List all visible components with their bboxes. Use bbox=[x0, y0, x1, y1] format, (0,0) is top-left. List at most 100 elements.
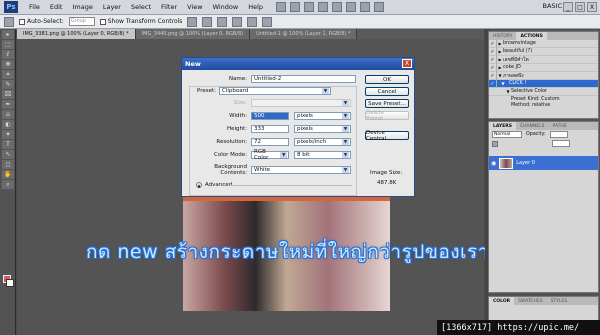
action-set-row[interactable]: ✓ ▶ brownvintage bbox=[489, 39, 598, 48]
color-mode-dropdown[interactable]: RGB Color ▼ bbox=[251, 149, 289, 161]
height-label: Height: bbox=[226, 126, 247, 132]
lock-icon[interactable] bbox=[492, 140, 498, 147]
tab-color[interactable]: COLOR bbox=[489, 297, 515, 305]
eye-icon[interactable]: ◉ bbox=[491, 160, 496, 167]
cancel-button[interactable]: Cancel bbox=[365, 87, 409, 96]
maximize-button[interactable]: □ bbox=[575, 2, 585, 12]
doc-tab-img3440[interactable]: IMG_3440.png @ 100% (Layer 0, RGB/8) bbox=[135, 29, 251, 39]
hand-tool-icon[interactable]: ✋ bbox=[2, 170, 14, 179]
crop-tool-icon[interactable]: ⌗ bbox=[2, 70, 14, 79]
background-contents-dropdown[interactable]: White ▼ bbox=[251, 166, 351, 174]
zoom-tool-icon[interactable]: ⌕ bbox=[2, 180, 14, 189]
workspace-switcher[interactable]: BASIC bbox=[543, 2, 563, 10]
eraser-tool-icon[interactable]: ✦ bbox=[2, 130, 14, 139]
doc-tab-untitled1[interactable]: Untitled-1 @ 100% (Layer 1, RGB/8) * bbox=[250, 29, 358, 39]
width-input[interactable]: 500 bbox=[251, 112, 289, 120]
move-tool-icon[interactable]: ▸ bbox=[2, 30, 14, 39]
menu-help[interactable]: Help bbox=[243, 3, 268, 11]
quick-select-tool-icon[interactable]: ✥ bbox=[2, 60, 14, 69]
menu-image[interactable]: Image bbox=[67, 3, 97, 11]
auto-select-dropdown[interactable]: Group bbox=[68, 17, 95, 26]
preset-dropdown[interactable]: Clipboard ▼ bbox=[219, 87, 331, 95]
height-unit-value: pixels bbox=[297, 126, 313, 132]
history-actions-panel: HISTORY ACTIONS ✓ ▶ brownvintage ✓ ▶ beaut… bbox=[488, 31, 599, 119]
history-brush-tool-icon[interactable]: ◐ bbox=[2, 120, 14, 129]
shape-tool-icon[interactable]: ◻ bbox=[2, 160, 14, 169]
check-icon[interactable]: ✓ bbox=[489, 55, 497, 64]
align-center-icon[interactable] bbox=[247, 16, 258, 27]
advanced-toggle[interactable]: ▲ Advanced bbox=[196, 182, 232, 188]
fill-input[interactable] bbox=[552, 140, 570, 147]
align-left-icon[interactable] bbox=[232, 16, 243, 27]
lasso-tool-icon[interactable]: ℓ bbox=[2, 50, 14, 59]
check-icon[interactable]: ✓ bbox=[489, 79, 497, 88]
transform-controls-checkbox[interactable] bbox=[99, 18, 106, 25]
doc-tab-img3381[interactable]: IMG_3381.png @ 100% (Layer 0, RGB/8) * bbox=[17, 29, 136, 39]
mini-bridge-icon[interactable] bbox=[290, 2, 301, 12]
tab-styles[interactable]: STYLES bbox=[547, 297, 572, 305]
bridge-icon[interactable] bbox=[276, 2, 287, 12]
type-tool-icon[interactable]: T bbox=[2, 140, 14, 149]
collapse-icon[interactable]: ▼ bbox=[497, 81, 509, 86]
align-bottom-icon[interactable] bbox=[217, 16, 228, 27]
save-preset-button[interactable]: Save Preset... bbox=[365, 99, 409, 108]
height-unit-dropdown[interactable]: pixels ▼ bbox=[294, 125, 351, 133]
eyedropper-tool-icon[interactable]: ✎ bbox=[2, 80, 14, 89]
menu-view[interactable]: View bbox=[182, 3, 207, 11]
action-set-row[interactable]: ✓ ▶ เลขที่มีคำโต bbox=[489, 55, 598, 64]
opacity-label: Opacity: bbox=[526, 132, 546, 137]
action-step-row[interactable]: ▼ Selective Color bbox=[489, 88, 598, 96]
zoom-tool-icon[interactable] bbox=[332, 2, 343, 12]
check-icon[interactable]: ✓ bbox=[489, 63, 497, 72]
resolution-input[interactable]: 72 bbox=[251, 138, 289, 146]
menu-select[interactable]: Select bbox=[126, 3, 156, 11]
check-icon[interactable]: ✓ bbox=[489, 39, 497, 48]
menu-layer[interactable]: Layer bbox=[98, 3, 126, 11]
action-row-selected[interactable]: ✓ ▼ CLICK ! bbox=[489, 79, 598, 88]
tab-paths[interactable]: PATHS bbox=[549, 122, 571, 130]
resolution-unit-dropdown[interactable]: pixels/inch ▼ bbox=[294, 138, 351, 146]
menu-file[interactable]: File bbox=[24, 3, 45, 11]
healing-brush-tool-icon[interactable]: ⌧ bbox=[2, 90, 14, 99]
menu-window[interactable]: Window bbox=[208, 3, 244, 11]
marquee-tool-icon[interactable]: ⬚ bbox=[2, 40, 14, 49]
minimize-button[interactable]: _ bbox=[563, 2, 573, 12]
layer-row-layer-0[interactable]: ◉ Layer 0 bbox=[489, 156, 598, 170]
dialog-close-button[interactable]: X bbox=[402, 59, 412, 68]
width-unit-dropdown[interactable]: pixels ▼ bbox=[294, 112, 351, 120]
menu-filter[interactable]: Filter bbox=[156, 3, 182, 11]
opacity-input[interactable] bbox=[549, 131, 568, 138]
height-input[interactable]: 333 bbox=[251, 125, 289, 133]
device-central-button[interactable]: Device Central... bbox=[365, 130, 409, 142]
check-icon[interactable]: ✓ bbox=[489, 47, 497, 56]
check-icon[interactable]: ✓ bbox=[489, 71, 497, 80]
tab-layers[interactable]: LAYERS bbox=[489, 122, 516, 130]
image-size-value: 487.8K bbox=[377, 180, 397, 186]
screen-mode-icon[interactable] bbox=[374, 2, 385, 12]
close-window-button[interactable]: X bbox=[587, 2, 597, 12]
menu-edit[interactable]: Edit bbox=[45, 3, 68, 11]
tab-actions[interactable]: ACTIONS bbox=[516, 32, 547, 40]
path-selection-tool-icon[interactable]: ↖ bbox=[2, 150, 14, 159]
bit-depth-dropdown[interactable]: 8 bit ▼ bbox=[294, 151, 351, 159]
align-top-icon[interactable] bbox=[187, 16, 198, 27]
tab-swatches[interactable]: SWATCHES bbox=[514, 297, 547, 305]
hand-tool-icon[interactable] bbox=[318, 2, 329, 12]
rotate-view-icon[interactable] bbox=[346, 2, 357, 12]
name-input[interactable]: Untitled-2 bbox=[251, 75, 356, 83]
tab-channels[interactable]: CHANNELS bbox=[516, 122, 549, 130]
background-color-swatch[interactable] bbox=[6, 279, 14, 287]
auto-select-label: Auto-Select: bbox=[27, 18, 64, 25]
chevron-down-icon: ▼ bbox=[342, 139, 349, 145]
blend-mode-dropdown[interactable]: Normal bbox=[492, 131, 522, 138]
brush-tool-icon[interactable]: ✒ bbox=[2, 100, 14, 109]
auto-select-checkbox[interactable] bbox=[19, 18, 25, 25]
action-set-row[interactable]: ✓ ▼ ภาพสดพึง bbox=[489, 71, 598, 80]
align-middle-icon[interactable] bbox=[202, 16, 213, 27]
arrange-documents-icon[interactable] bbox=[360, 2, 371, 12]
align-right-icon[interactable] bbox=[262, 16, 273, 27]
clone-stamp-tool-icon[interactable]: ⌂ bbox=[2, 110, 14, 119]
ok-button[interactable]: OK bbox=[365, 75, 409, 84]
zoom-level-icon[interactable] bbox=[304, 2, 315, 12]
move-tool-icon[interactable] bbox=[4, 16, 14, 27]
